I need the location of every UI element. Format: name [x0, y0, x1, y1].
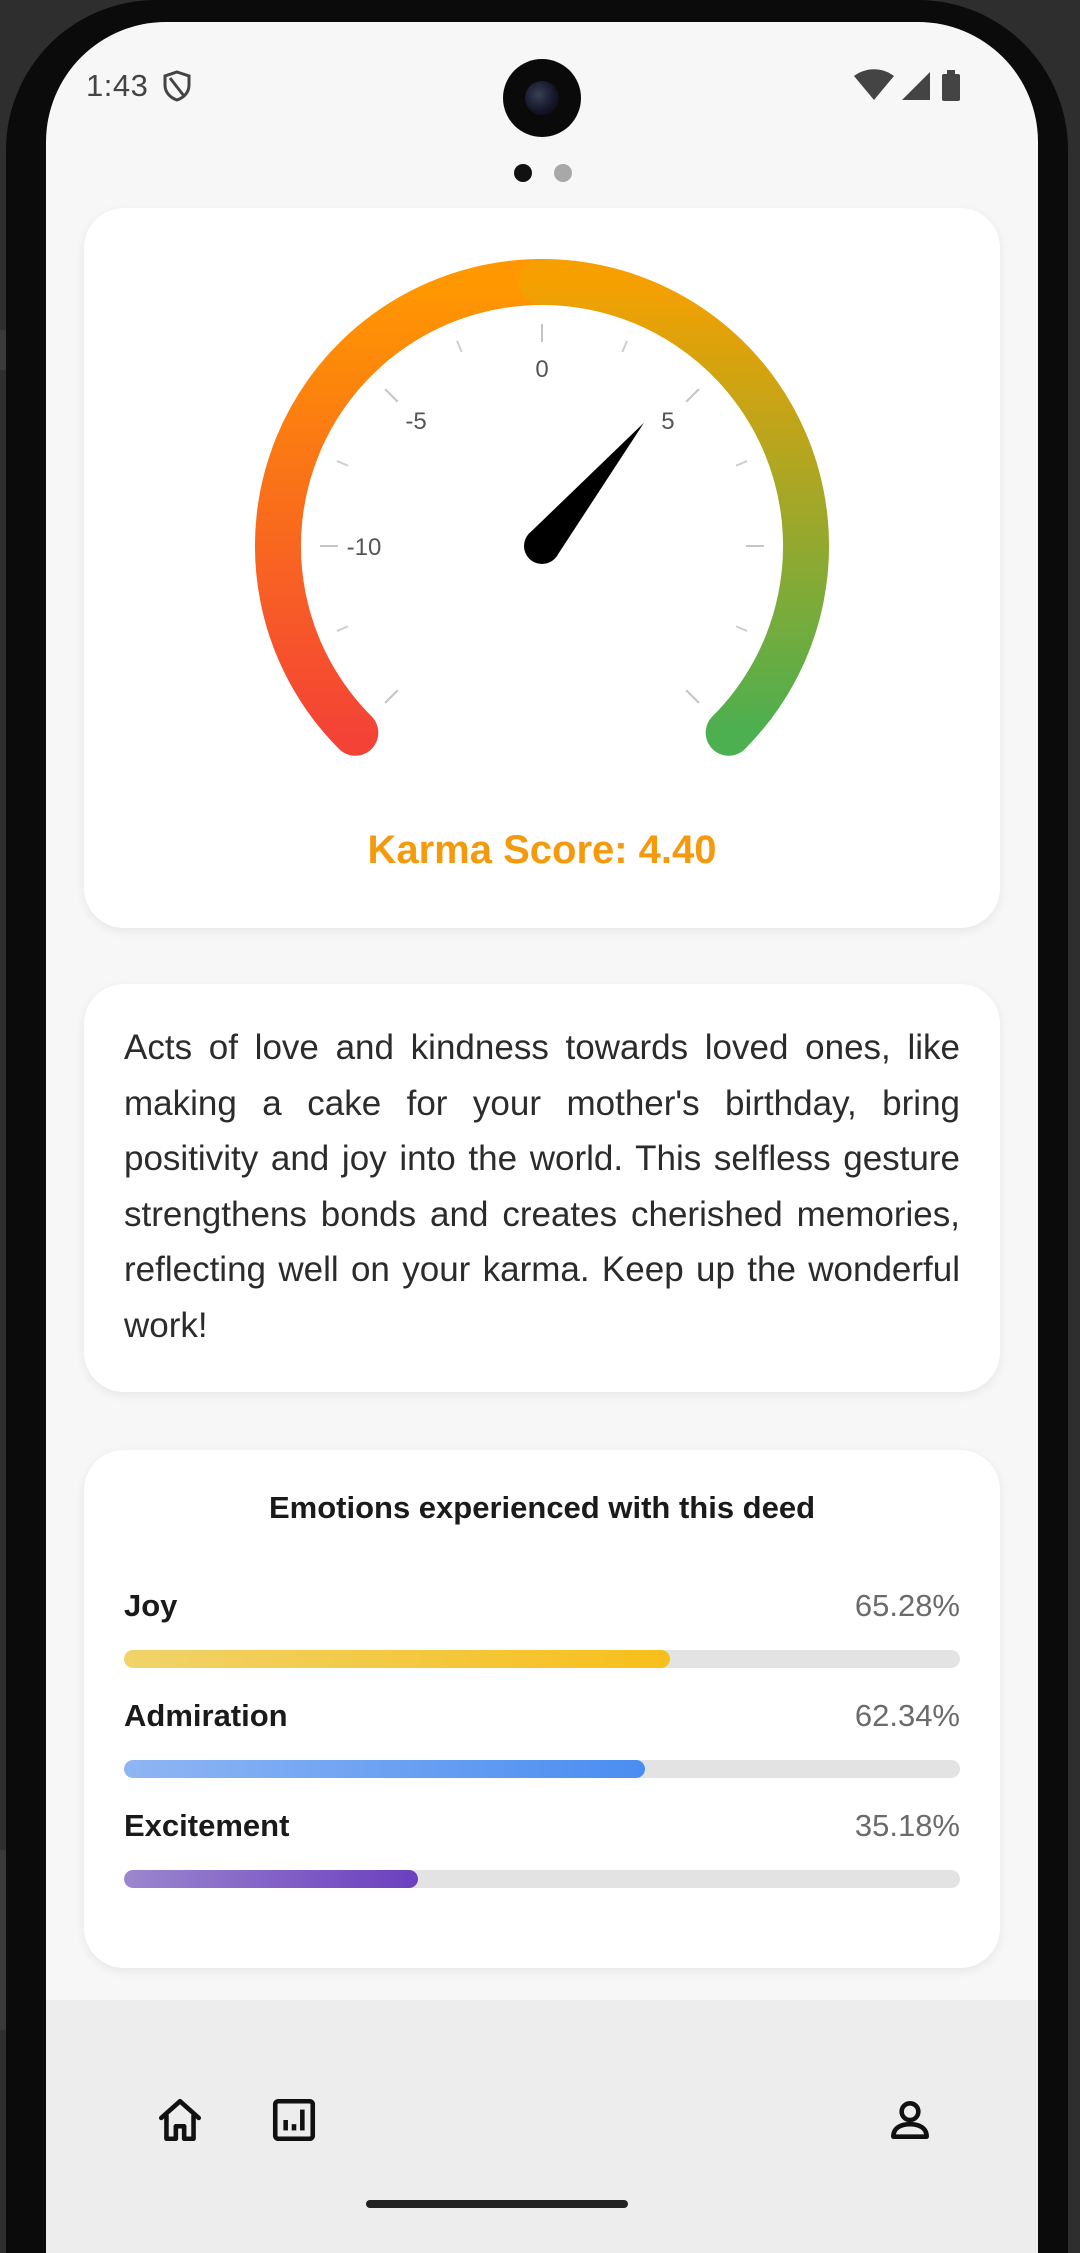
emotion-bar-track — [124, 1650, 960, 1668]
home-icon — [158, 2098, 202, 2142]
gauge-minor-tick — [336, 625, 349, 632]
gauge-minor-tick — [621, 340, 628, 353]
screen: 1:43 -10 -5 0 5 Karma Score: 4.40 Acts o… — [46, 22, 1038, 2253]
emotion-bar-track — [124, 1870, 960, 1888]
gauge-tick — [685, 689, 700, 704]
status-time: 1:43 — [86, 68, 149, 103]
wifi-icon — [854, 69, 894, 100]
page-dot[interactable] — [554, 164, 572, 182]
battery-icon — [942, 70, 960, 101]
deed-description-card: Acts of love and kindness towards loved … — [84, 984, 1000, 1392]
device: 1:43 -10 -5 0 5 Karma Score: 4.40 Acts o… — [0, 0, 1080, 2253]
emotion-row-admiration: Admiration 62.34% — [124, 1698, 960, 1788]
emotion-bar-fill — [124, 1870, 419, 1888]
emotion-row-excitement: Excitement 35.18% — [124, 1808, 960, 1898]
status-icons — [854, 69, 960, 101]
nav-home-button[interactable] — [150, 2090, 210, 2150]
gauge-needle — [524, 422, 644, 564]
karma-score: Karma Score: 4.40 — [367, 828, 717, 872]
gauge-minor-tick — [456, 340, 463, 353]
profile-icon — [891, 2101, 929, 2139]
gauge-tick-label: 0 — [535, 356, 548, 383]
gauge-tick-label: -10 — [347, 534, 382, 561]
gauge-minor-tick — [336, 460, 349, 467]
nav-stats-button[interactable] — [264, 2090, 324, 2150]
gauge-tick-label: -5 — [405, 408, 426, 435]
gauge-arc-low — [254, 259, 565, 756]
emotion-value: 35.18% — [854, 1808, 960, 1843]
page-dot-active[interactable] — [514, 164, 532, 182]
gauge-tick-label: 5 — [661, 408, 674, 435]
gauge-tick — [384, 689, 399, 704]
gauge-tick — [685, 388, 700, 403]
karma-gauge: -10 -5 0 5 — [254, 259, 830, 756]
emotions-title: Emotions experienced with this deed — [268, 1490, 816, 1525]
emotion-name: Excitement — [124, 1808, 290, 1843]
emotion-name: Admiration — [124, 1698, 288, 1733]
shield-icon — [163, 70, 191, 102]
emotion-row-joy: Joy 65.28% — [124, 1588, 960, 1678]
front-camera — [503, 59, 581, 137]
stats-icon — [272, 2098, 316, 2142]
bottom-navigation — [46, 2000, 1038, 2253]
gauge-minor-tick — [735, 460, 748, 467]
page-indicator[interactable] — [514, 164, 572, 182]
emotion-name: Joy — [124, 1588, 178, 1623]
nav-profile-button[interactable] — [880, 2090, 940, 2150]
emotion-value: 65.28% — [854, 1588, 960, 1623]
emotion-bar-fill — [124, 1760, 646, 1778]
home-indicator[interactable] — [366, 2200, 628, 2208]
karma-gauge-card: -10 -5 0 5 Karma Score: 4.40 — [84, 208, 1000, 928]
emotion-value: 62.34% — [854, 1698, 960, 1733]
gauge-tick — [384, 388, 399, 403]
gauge-minor-tick — [735, 625, 748, 632]
emotions-card: Emotions experienced with this deed Joy … — [84, 1450, 1000, 1968]
camera-lens — [525, 81, 559, 115]
signal-icon — [902, 72, 930, 100]
deed-description: Acts of love and kindness towards loved … — [124, 1028, 960, 1345]
emotion-bar-track — [124, 1760, 960, 1778]
emotion-bar-fill — [124, 1650, 670, 1668]
